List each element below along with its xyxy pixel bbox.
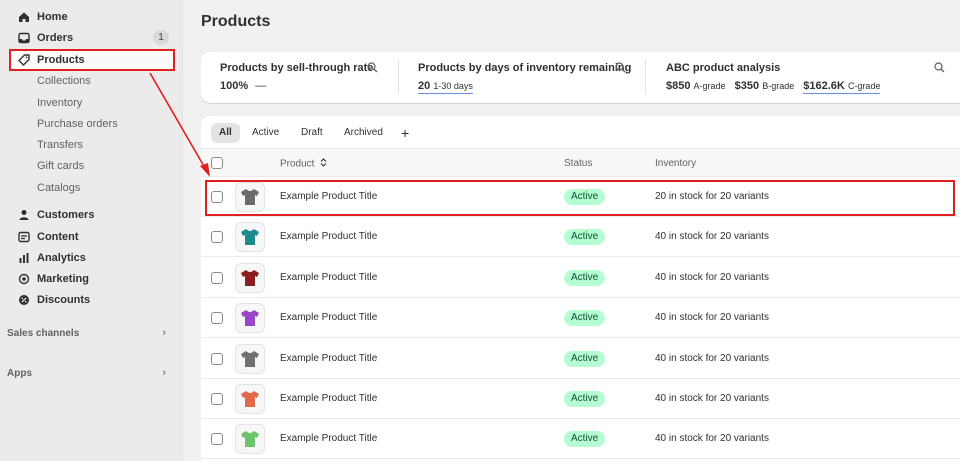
annotation-arrow-icon	[149, 72, 210, 177]
